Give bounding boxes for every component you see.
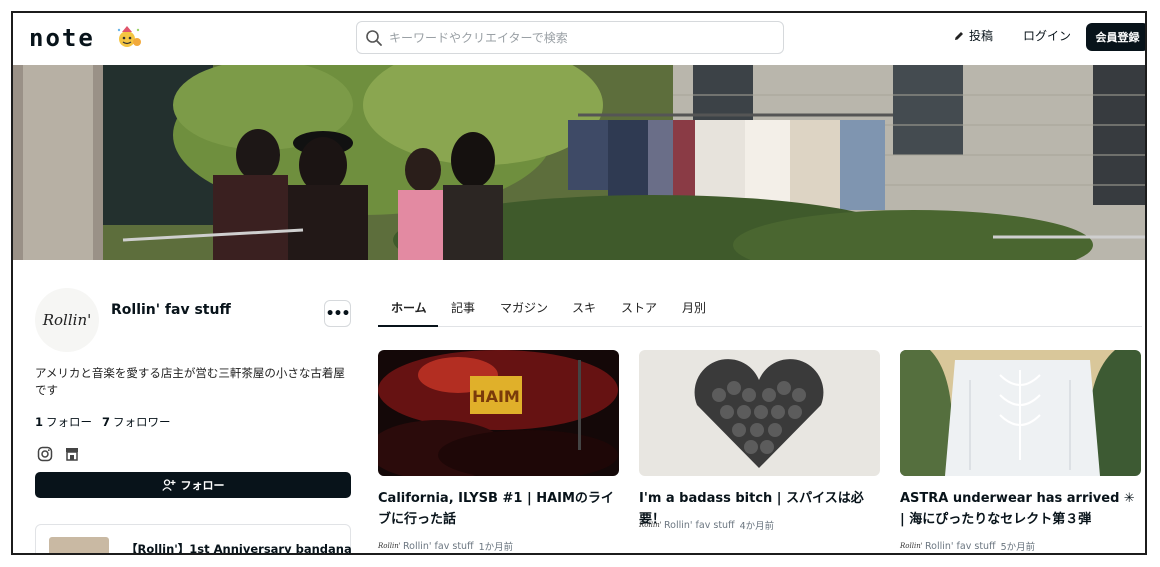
concert-sign-text: HAIM: [472, 387, 520, 406]
note-title: California, ILYSB #1 | HAIMのライブに行った話: [378, 491, 614, 527]
post-label: 投稿: [969, 29, 994, 43]
note-meta: Rollin' Rollin' fav stuff 1か月前: [378, 539, 514, 554]
followers-count: 7: [102, 415, 111, 429]
header-banner-image: [13, 65, 1145, 260]
profile-sidebar: Rollin' Rollin' fav stuff ••• アメリカと音楽を愛す…: [35, 260, 353, 555]
heart-icon: [639, 553, 651, 555]
author-name[interactable]: Rollin' fav stuff: [925, 541, 996, 552]
login-button[interactable]: ログイン: [1023, 27, 1071, 44]
author-name[interactable]: Rollin' fav stuff: [664, 520, 735, 531]
author-avatar: Rollin': [639, 521, 662, 529]
instagram-icon[interactable]: [37, 446, 53, 462]
store-icon[interactable]: [64, 446, 80, 462]
note-meta: Rollin' Rollin' fav stuff 5か月前: [900, 539, 1036, 554]
anniversary-badge-icon: [117, 26, 141, 47]
active-tab-indicator: [378, 325, 438, 327]
author-avatar: Rollin': [378, 542, 401, 550]
tab-magazines[interactable]: マガジン: [500, 299, 548, 316]
tab-home[interactable]: ホーム: [391, 299, 427, 316]
note-thumbnail: HAIM: [378, 350, 619, 476]
note-thumbnail: [900, 350, 1141, 476]
pinned-note-title: 【Rollin'】1st Anniversary bandana: [126, 542, 352, 555]
like-button[interactable]: 2: [639, 553, 661, 555]
site-header: note 投稿 ログイン 会員登録: [13, 13, 1145, 65]
tab-store[interactable]: ストア: [621, 299, 657, 316]
signup-button[interactable]: 会員登録: [1086, 23, 1145, 51]
pinned-note-thumbnail: [49, 537, 109, 553]
profile-tabs: ホーム 記事 マガジン スキ ストア 月別: [378, 291, 1142, 327]
note-actions: 2: [639, 553, 681, 555]
follow-button[interactable]: フォロー: [35, 472, 351, 498]
note-card[interactable]: I'm a badass bitch | スパイスは必要！ Rollin' Ro…: [639, 350, 880, 533]
following-label: フォロー: [46, 415, 93, 429]
follow-button-label: フォロー: [180, 479, 225, 492]
author-name[interactable]: Rollin' fav stuff: [403, 541, 474, 552]
search-icon: [366, 30, 382, 46]
note-card[interactable]: ASTRA underwear has arrived ✳︎ | 海にぴったりな…: [900, 350, 1141, 553]
following-link[interactable]: 1 フォロー: [35, 414, 92, 430]
creator-avatar[interactable]: Rollin': [35, 288, 99, 352]
search-box[interactable]: [356, 21, 784, 54]
tab-likes[interactable]: スキ: [572, 299, 596, 316]
publish-time: 1か月前: [478, 542, 514, 553]
browser-frame: note 投稿 ログイン 会員登録: [11, 11, 1147, 555]
following-count: 1: [35, 415, 44, 429]
add-user-icon: [161, 479, 175, 491]
pinned-note-card[interactable]: 【Rollin'】1st Anniversary bandana: [35, 524, 352, 555]
pencil-icon: [955, 31, 963, 40]
social-links: [37, 446, 80, 462]
more-options-button[interactable]: •••: [324, 300, 351, 327]
tab-monthly[interactable]: 月別: [682, 299, 706, 316]
followers-label: フォロワー: [113, 415, 171, 429]
tab-articles[interactable]: 記事: [451, 299, 475, 316]
followers-link[interactable]: 7 フォロワー: [102, 414, 171, 430]
note-title: ASTRA underwear has arrived ✳︎ | 海にぴったりな…: [900, 491, 1135, 527]
post-button[interactable]: 投稿: [953, 27, 993, 44]
follow-stats: 1 フォロー 7 フォロワー: [35, 414, 171, 430]
creator-bio: アメリカと音楽を愛する店主が営む三軒茶屋の小さな古着屋です: [35, 366, 345, 397]
creator-name[interactable]: Rollin' fav stuff: [111, 302, 231, 318]
publish-time: 5か月前: [1000, 542, 1036, 553]
note-logo[interactable]: note: [29, 25, 95, 51]
search-input[interactable]: [389, 22, 779, 53]
publish-time: 4か月前: [739, 521, 775, 532]
author-avatar: Rollin': [900, 542, 923, 550]
note-card[interactable]: HAIM California, ILYSB #1 | HAIMのライブに行った…: [378, 350, 619, 553]
note-meta: Rollin' Rollin' fav stuff 4か月前: [639, 518, 775, 533]
note-thumbnail: [639, 350, 880, 476]
magazine-add-icon[interactable]: [669, 553, 681, 555]
